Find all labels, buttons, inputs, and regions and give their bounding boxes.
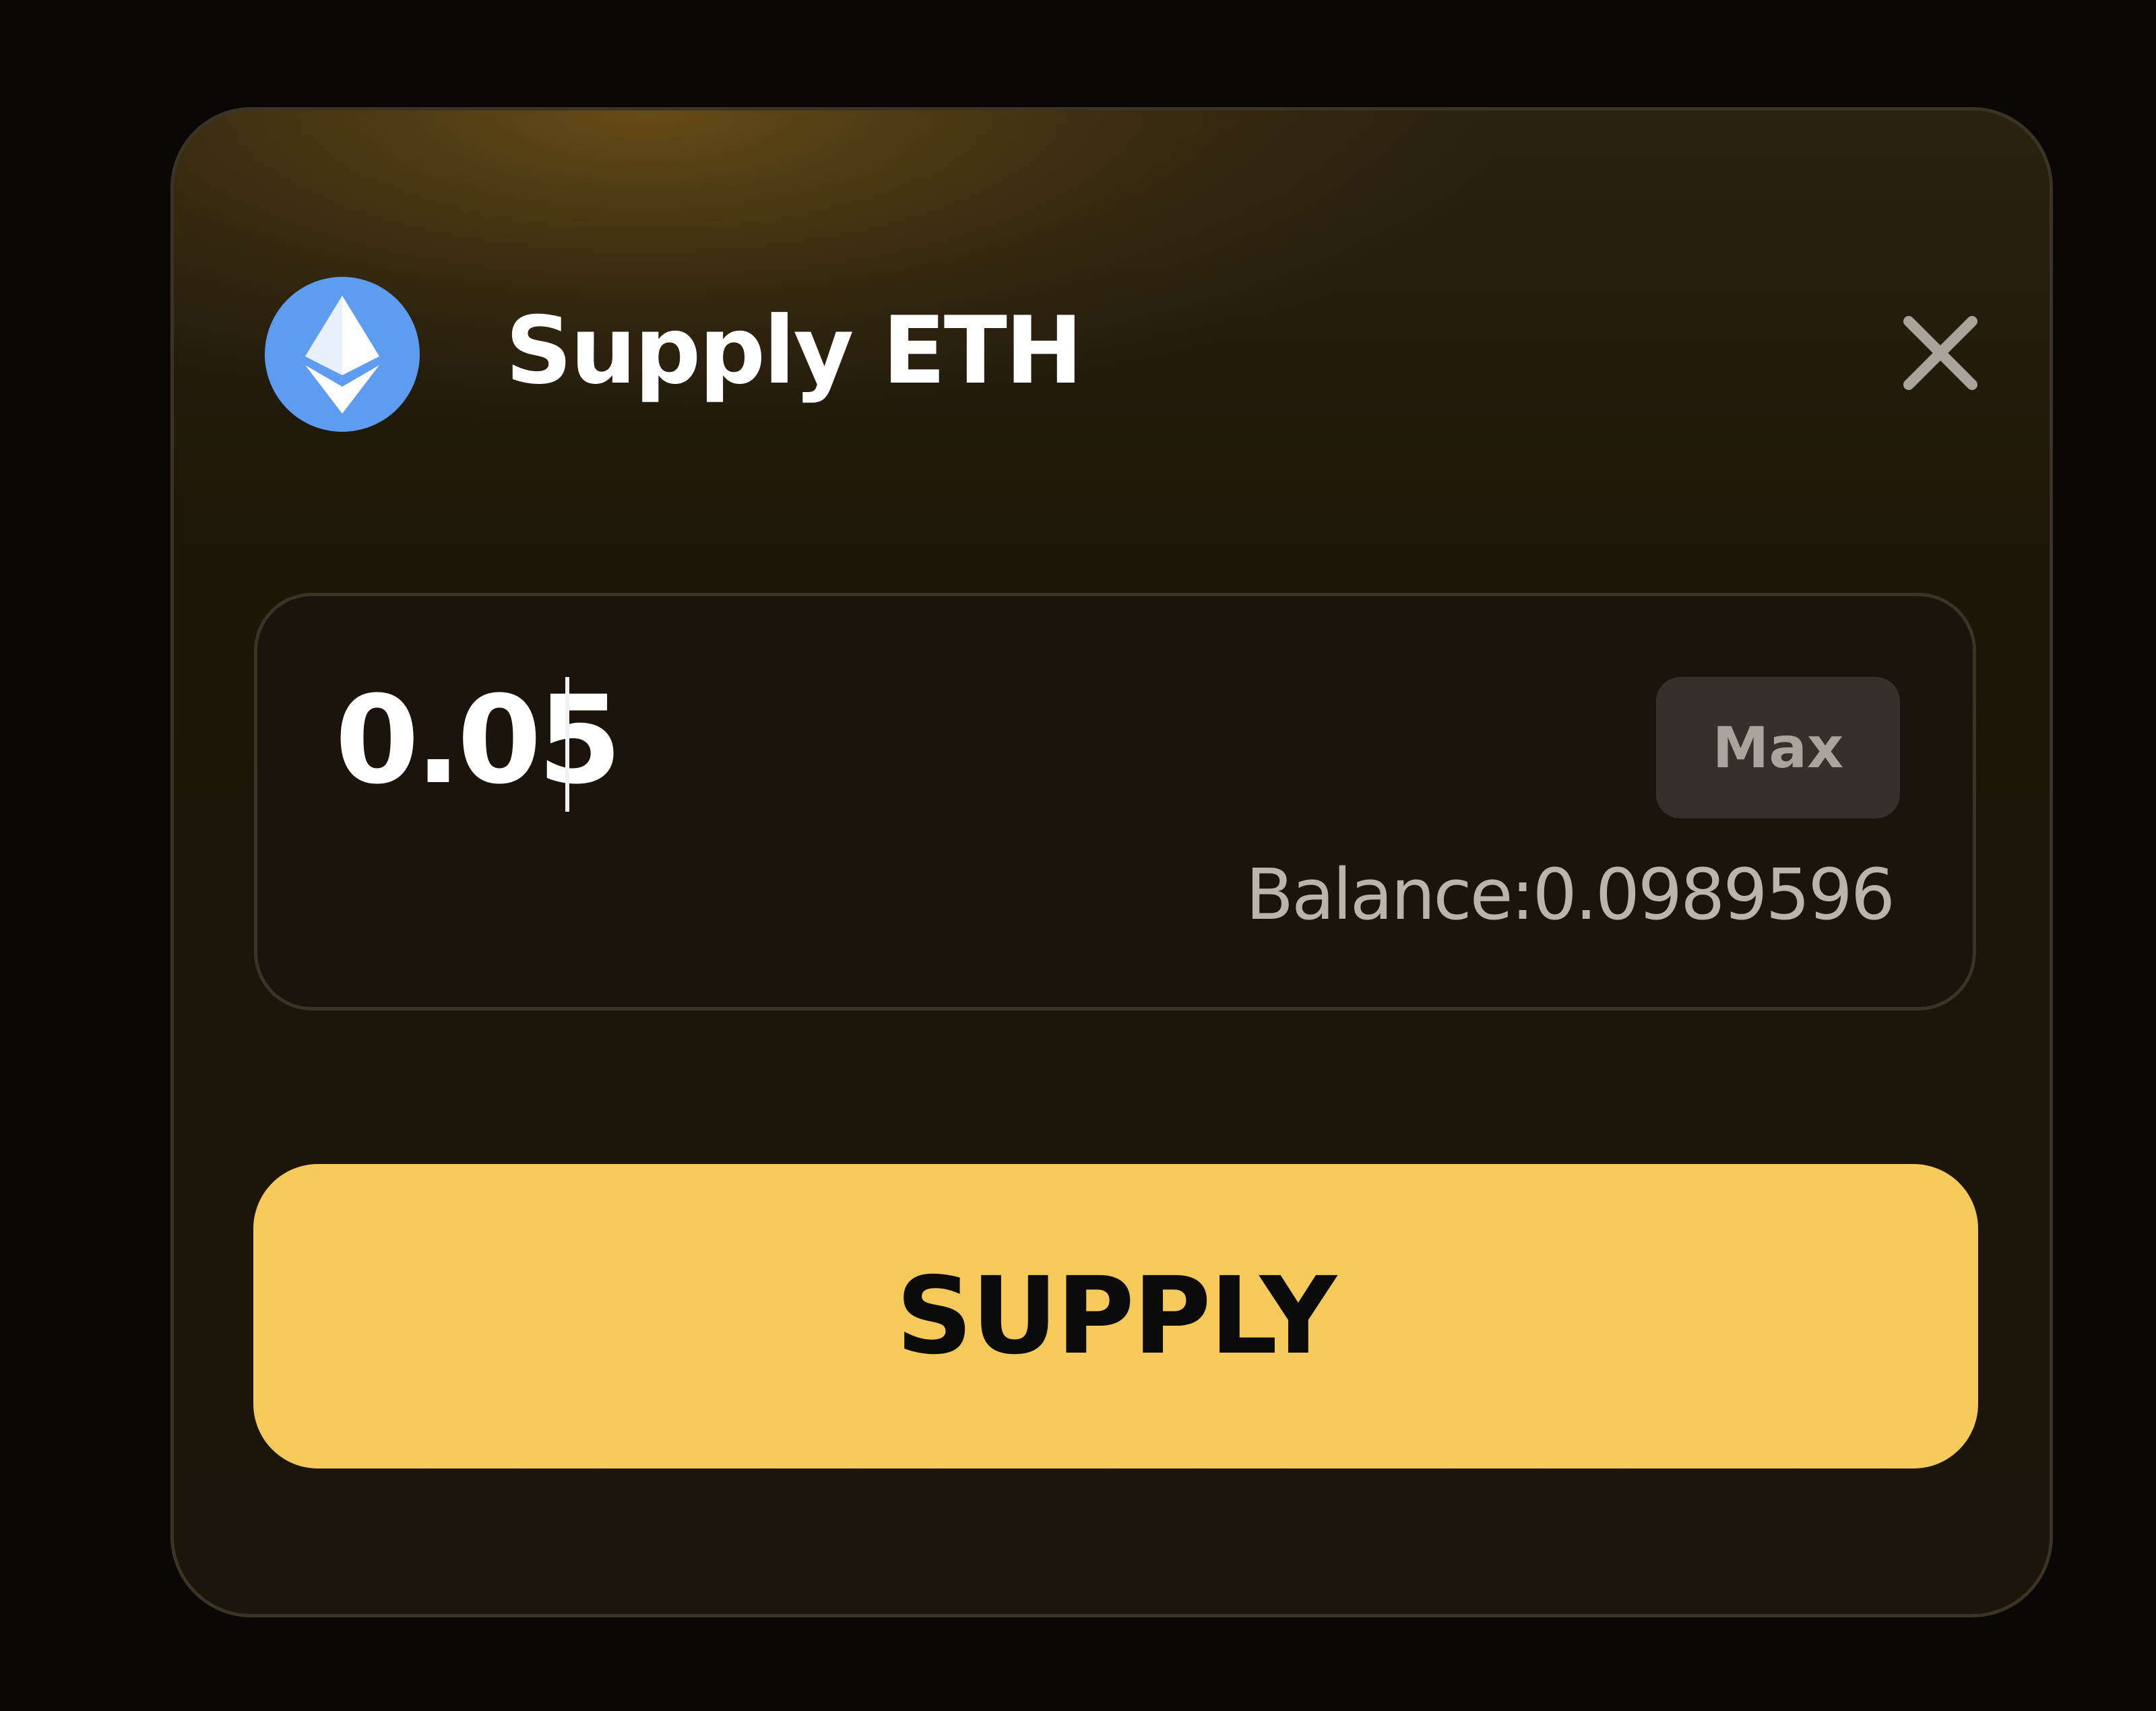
amount-input[interactable] (335, 677, 1480, 805)
ethereum-logo-svg (305, 296, 379, 414)
modal-title: Supply ETH (505, 296, 1083, 405)
amount-input-panel: Max Balance:0.0989596 (254, 593, 1976, 1010)
supply-modal: Supply ETH Max Balance:0.0989596 SUPPLY (170, 107, 2053, 1617)
close-icon[interactable] (1897, 309, 1984, 397)
supply-button[interactable]: SUPPLY (253, 1164, 1978, 1468)
balance-label: Balance:0.0989596 (1245, 853, 1895, 936)
ethereum-icon (265, 277, 420, 432)
max-button[interactable]: Max (1656, 677, 1900, 818)
text-caret (565, 677, 569, 812)
